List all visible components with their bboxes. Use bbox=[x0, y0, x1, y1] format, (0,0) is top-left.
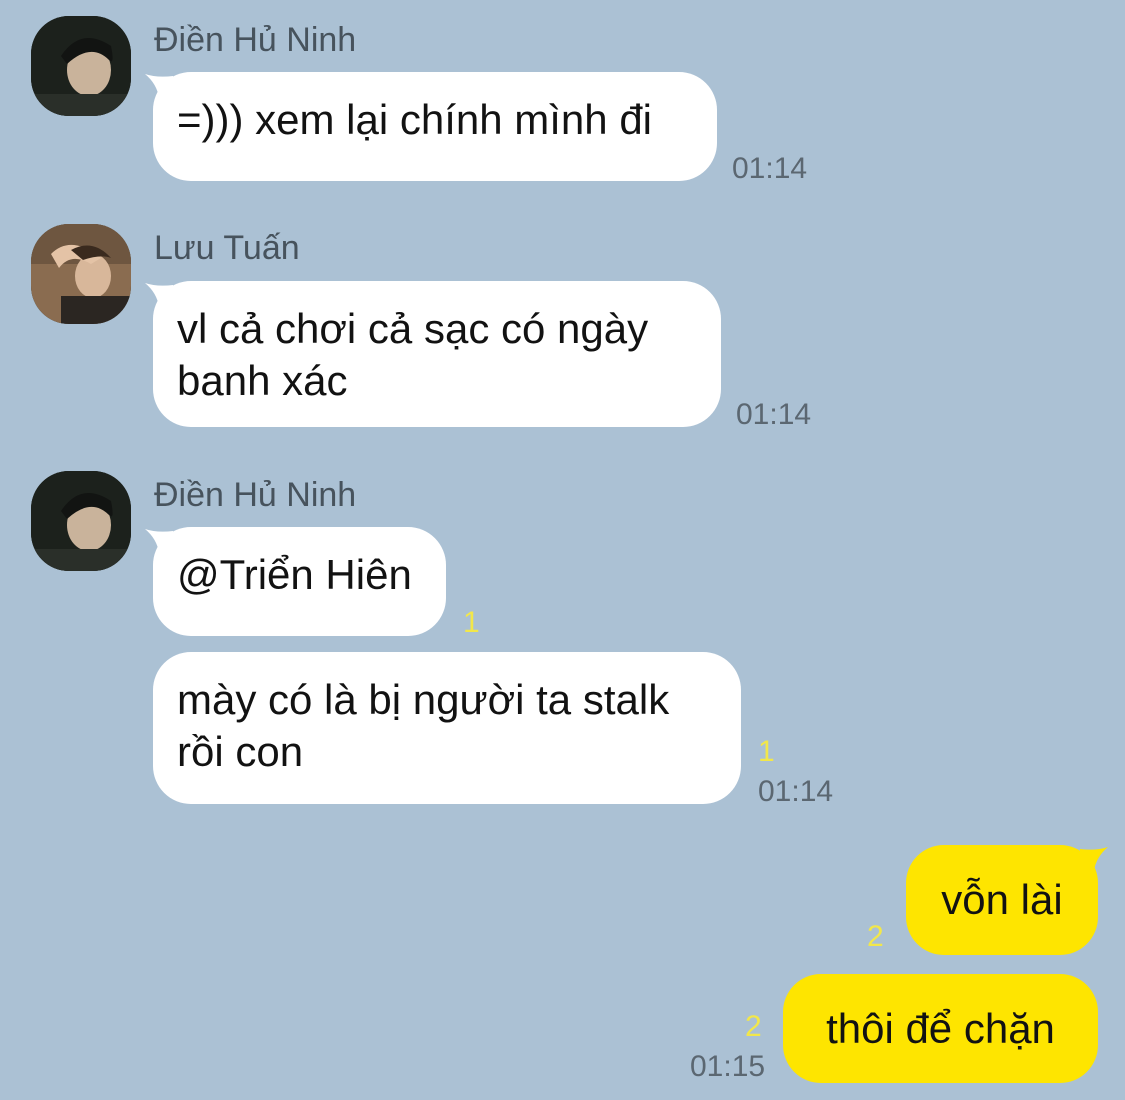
message-text-line: banh xác bbox=[177, 357, 348, 404]
message-time: 01:15 bbox=[690, 1050, 766, 1083]
sender-name: Điền Hủ Ninh bbox=[154, 21, 357, 59]
avatar-photo bbox=[31, 224, 131, 324]
message-time: 01:14 bbox=[758, 775, 834, 808]
sender-avatar[interactable] bbox=[31, 471, 131, 571]
avatar-photo bbox=[31, 16, 131, 116]
sender-avatar[interactable] bbox=[31, 16, 131, 116]
my-message-bubble[interactable]: thôi để chặn bbox=[783, 974, 1098, 1083]
message-bubble[interactable]: vl cả chơi cả sạc có ngày banh xác bbox=[153, 281, 721, 427]
message-bubble[interactable]: =))) xem lại chính mình đi bbox=[153, 72, 717, 181]
sender-name: Điền Hủ Ninh bbox=[154, 476, 357, 514]
message-text: thôi để chặn bbox=[826, 1004, 1055, 1052]
message-text: vỗn lài bbox=[941, 876, 1063, 923]
avatar-photo bbox=[31, 471, 131, 571]
message-bubble[interactable]: @Triển Hiên bbox=[153, 527, 446, 636]
message-text-line: vl cả chơi cả sạc có ngày bbox=[177, 305, 649, 352]
mention-text: @Triển Hiên bbox=[177, 551, 412, 598]
message-time: 01:14 bbox=[732, 152, 808, 185]
bubble-tail bbox=[1080, 847, 1108, 871]
sender-avatar[interactable] bbox=[31, 224, 131, 324]
message-text-line: rồi con bbox=[177, 728, 304, 775]
message-time: 01:14 bbox=[736, 398, 812, 431]
unread-count: 1 bbox=[463, 606, 480, 639]
message-bubble[interactable]: mày có là bị người ta stalk rồi con bbox=[153, 652, 741, 804]
sender-name: Lưu Tuấn bbox=[154, 229, 300, 267]
my-message-bubble[interactable]: vỗn lài bbox=[906, 845, 1098, 955]
message-text-line: mày có là bị người ta stalk bbox=[177, 676, 670, 723]
unread-count: 1 bbox=[758, 735, 775, 768]
message-text: =))) xem lại chính mình đi bbox=[177, 96, 653, 143]
unread-count: 2 bbox=[745, 1010, 762, 1043]
unread-count: 2 bbox=[867, 920, 884, 953]
